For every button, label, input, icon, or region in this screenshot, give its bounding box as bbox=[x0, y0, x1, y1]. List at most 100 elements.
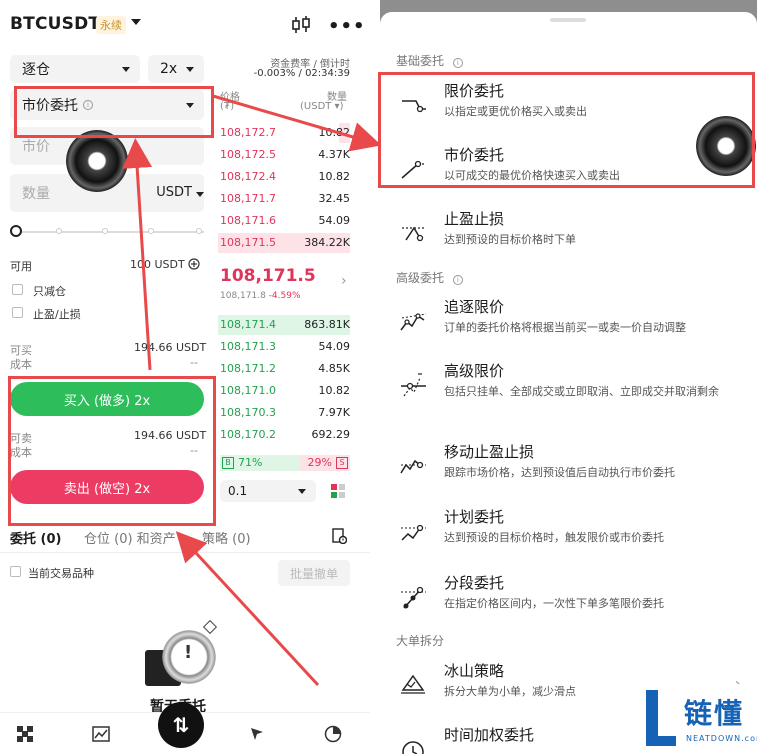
ask-qty: 10.82 bbox=[318, 126, 351, 139]
symbol-dropdown-icon[interactable] bbox=[131, 19, 141, 25]
order-history-icon[interactable] bbox=[331, 528, 347, 544]
option-name: 高级限价 bbox=[444, 362, 505, 380]
slider-tick[interactable] bbox=[196, 228, 202, 234]
slider-tick[interactable] bbox=[102, 228, 108, 234]
buy-ratio: 71% bbox=[238, 456, 263, 469]
bid-row[interactable]: 108,171.3 54.09 bbox=[218, 337, 350, 357]
quantity-unit-select[interactable]: USDT bbox=[156, 185, 204, 200]
ask-price: 108,171.5 bbox=[220, 236, 276, 249]
cost-value: -- bbox=[190, 356, 198, 369]
clock-icon bbox=[402, 741, 424, 754]
ask-row[interactable]: 108,171.5 384.22K bbox=[218, 233, 350, 253]
option-chase-limit[interactable]: 追逐限价 订单的委托价格将根据当前买一或卖一价自动调整 bbox=[380, 296, 757, 352]
slider-tick[interactable] bbox=[56, 228, 62, 234]
add-funds-icon[interactable] bbox=[188, 258, 200, 270]
bid-row[interactable]: 108,170.3 7.97K bbox=[218, 403, 350, 423]
ask-row[interactable]: 108,172.5 4.37K bbox=[218, 145, 350, 165]
quantity-unit-label: USDT bbox=[156, 185, 192, 200]
bid-qty: 7.97K bbox=[318, 406, 350, 419]
candlestick-chart-icon[interactable] bbox=[290, 14, 312, 36]
ob-qty-unit-select[interactable]: (USDT ▾) bbox=[300, 101, 343, 112]
margin-mode-select[interactable]: 逐仓 bbox=[10, 55, 140, 83]
can-buy-value: 194.66 USDT bbox=[134, 341, 207, 354]
depth-layout-icon[interactable] bbox=[330, 483, 346, 499]
info-icon: i bbox=[452, 58, 463, 68]
symbol-title[interactable]: BTCUSDT bbox=[10, 14, 100, 34]
bid-qty: 863.81K bbox=[304, 318, 350, 331]
slider-tick[interactable] bbox=[148, 228, 154, 234]
option-trailing-stop[interactable]: 移动止盈止损 跟踪市场价格，达到预设值后自动执行市价委托 bbox=[380, 441, 757, 497]
amount-slider-track[interactable] bbox=[16, 231, 204, 233]
ask-qty: 384.22K bbox=[304, 236, 350, 249]
option-desc: 跟踪市场价格，达到预设值后自动执行市价委托 bbox=[444, 466, 675, 479]
chevron-down-icon bbox=[186, 67, 194, 72]
bid-row[interactable]: 108,171.2 4.85K bbox=[218, 359, 350, 379]
ob-price-unit: (₮) bbox=[220, 101, 235, 112]
sheet-handle[interactable] bbox=[550, 18, 586, 22]
funding-value: -0.003% / 02:34:39 bbox=[253, 68, 350, 79]
option-name: 追逐限价 bbox=[444, 298, 505, 316]
tab-strategy[interactable]: 策略 (0) bbox=[202, 528, 251, 547]
ask-qty: 4.37K bbox=[318, 148, 350, 161]
annotation-box-buy-sell bbox=[8, 376, 216, 526]
option-name: 冰山策略 bbox=[444, 662, 505, 680]
bid-price: 108,171.0 bbox=[220, 384, 276, 397]
bid-row[interactable]: 108,171.0 10.82 bbox=[218, 381, 350, 401]
exclamation-icon: ! bbox=[184, 642, 193, 663]
option-desc: 达到预设的目标价格时下单 bbox=[444, 233, 576, 246]
assets-icon[interactable] bbox=[324, 725, 342, 743]
amount-slider-handle[interactable] bbox=[10, 225, 22, 237]
ask-price: 108,172.4 bbox=[220, 170, 276, 183]
annotation-box-order-options bbox=[378, 72, 755, 188]
option-name: 计划委托 bbox=[444, 508, 505, 526]
logo-mark-icon bbox=[646, 690, 676, 746]
ask-qty: 10.82 bbox=[318, 170, 351, 183]
tp-sl-icon bbox=[402, 226, 426, 242]
ask-price: 108,172.7 bbox=[220, 126, 276, 139]
precision-select[interactable]: 0.1 bbox=[220, 480, 316, 502]
option-desc: 包括只挂单、全部成交或立即取消、立即成交并取消剩余 bbox=[444, 385, 719, 398]
advanced-limit-icon bbox=[401, 373, 426, 397]
tp-sl-checkbox[interactable] bbox=[12, 307, 23, 318]
option-advanced-limit[interactable]: 高级限价 包括只挂单、全部成交或立即取消、立即成交并取消剩余 bbox=[380, 360, 757, 426]
ask-price: 108,172.5 bbox=[220, 148, 276, 161]
watermark-logo: 链懂 NEATDOWN.com bbox=[640, 684, 757, 754]
option-tp-sl[interactable]: 止盈止损 达到预设的目标价格时下单 bbox=[380, 208, 757, 264]
discover-icon[interactable] bbox=[248, 725, 266, 743]
batch-cancel-button[interactable]: 批量撤单 bbox=[278, 560, 350, 586]
cost-label: 成本 bbox=[10, 358, 32, 371]
chart-icon[interactable] bbox=[92, 725, 110, 743]
bid-row[interactable]: 108,170.2 692.29 bbox=[218, 425, 350, 445]
markets-icon[interactable] bbox=[16, 725, 34, 743]
info-icon: i bbox=[452, 275, 463, 285]
option-desc: 订单的委托价格将根据当前买一或卖一价自动调整 bbox=[444, 321, 686, 334]
leverage-value: 2x bbox=[160, 61, 178, 77]
ask-qty: 32.45 bbox=[318, 192, 351, 205]
current-symbol-checkbox[interactable] bbox=[10, 566, 21, 577]
bid-price: 108,171.2 bbox=[220, 362, 276, 375]
ask-row[interactable]: 108,172.7 10.82 bbox=[218, 123, 350, 143]
chevron-right-icon[interactable]: › bbox=[341, 273, 347, 289]
ask-qty: 54.09 bbox=[318, 214, 351, 227]
bid-price: 108,170.2 bbox=[220, 428, 276, 441]
bid-row[interactable]: 108,171.4 863.81K bbox=[218, 315, 350, 335]
section-title-basic: 基础委托 i bbox=[396, 52, 463, 69]
trade-nav-button[interactable]: ⇅ bbox=[158, 702, 204, 748]
option-plan-order[interactable]: 计划委托 达到预设的目标价格时，触发限价或市价委托 bbox=[380, 506, 757, 562]
reduce-only-checkbox[interactable] bbox=[12, 284, 23, 295]
annotation-box-order-type bbox=[14, 86, 214, 138]
margin-mode-value: 逐仓 bbox=[22, 62, 50, 78]
precision-value: 0.1 bbox=[228, 484, 248, 498]
option-name: 分段委托 bbox=[444, 574, 505, 592]
current-symbol-label: 当前交易品种 bbox=[28, 567, 94, 580]
option-segmented-order[interactable]: 分段委托 在指定价格区间内，一次性下单多笔限价委托 bbox=[380, 572, 757, 628]
ask-row[interactable]: 108,171.6 54.09 bbox=[218, 211, 350, 231]
tab-positions[interactable]: 仓位 (0) 和资产 bbox=[84, 528, 176, 547]
ask-row[interactable]: 108,172.4 10.82 bbox=[218, 167, 350, 187]
ask-row[interactable]: 108,171.7 32.45 bbox=[218, 189, 350, 209]
section-title-split: 大单拆分 bbox=[396, 634, 445, 648]
tab-orders[interactable]: 委托 (0) bbox=[10, 528, 61, 547]
more-icon[interactable]: ••• bbox=[328, 16, 366, 37]
buy-tag: B bbox=[222, 457, 234, 469]
leverage-select[interactable]: 2x bbox=[148, 55, 204, 83]
